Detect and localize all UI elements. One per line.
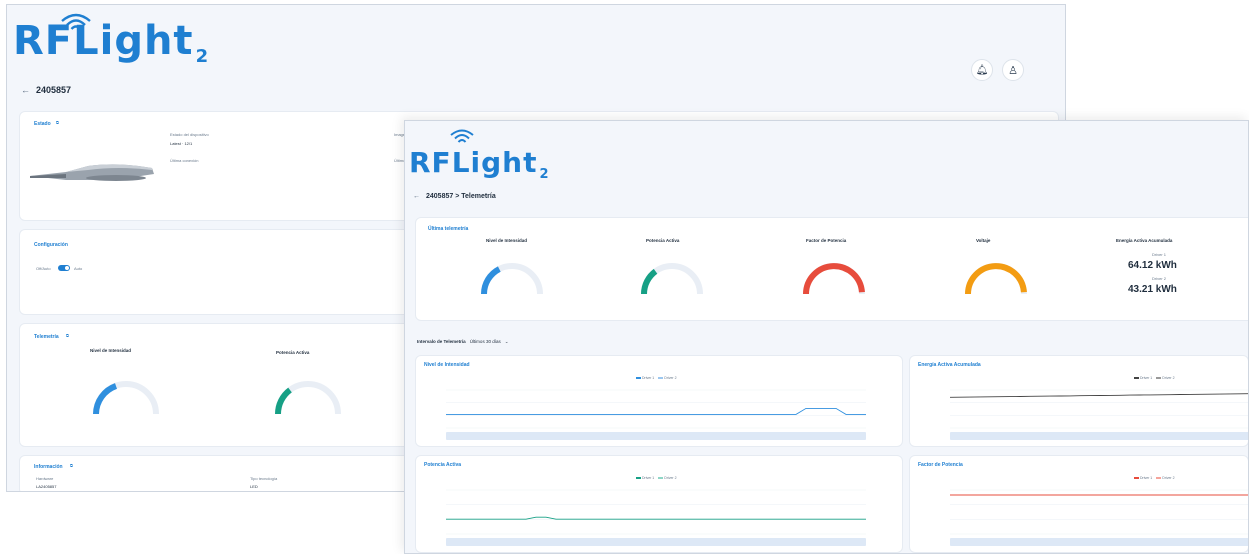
- line-chart: [446, 389, 866, 440]
- gauge-title: Nivel de Intensidad: [90, 348, 132, 353]
- chart-card-power: Potencia Activa Driver 1 Driver 2: [415, 455, 903, 553]
- driver2-energy-value: 43.21 kWh: [1128, 284, 1177, 295]
- chart-title: Energía Activa Acumulada: [918, 362, 981, 368]
- info-label: Hardware: [36, 476, 54, 481]
- gauge-title: Nivel de Intensidad: [486, 238, 528, 243]
- gauge-fill: [965, 263, 1027, 295]
- gauge-title: Potencia Activa: [646, 238, 680, 243]
- chart-title: Nivel de Intensidad: [424, 362, 470, 368]
- gauge-intensity: [481, 263, 543, 295]
- gauge-title: Voltaje: [976, 238, 991, 243]
- interval-label: Intervalo de Telemetría: [417, 339, 466, 344]
- user-icon: ♙: [1008, 64, 1018, 77]
- line-chart: [446, 489, 866, 546]
- series-line: [446, 516, 866, 520]
- chart-card-power-factor: Factor de Potencia Driver 1 Driver 2: [909, 455, 1248, 553]
- range-slider: [446, 432, 866, 440]
- chart-legend: Driver 1 Driver 2: [1134, 476, 1175, 480]
- series-line: [446, 407, 866, 415]
- user-button[interactable]: ♙: [1002, 59, 1024, 81]
- interval-value[interactable]: Últimos 30 días: [470, 339, 501, 345]
- streetlight-image: [30, 164, 154, 181]
- legend-item[interactable]: Driver 1: [1134, 376, 1152, 380]
- telemetry-window: RFLight 2 ← 2405857 > Telemetría Última …: [404, 120, 1249, 554]
- gauge-intensity: [93, 381, 159, 415]
- gauge-fill: [641, 268, 658, 295]
- range-slider: [950, 432, 1248, 440]
- gauge-fill: [481, 266, 501, 295]
- breadcrumb: ← 2405857 > Telemetría: [413, 193, 496, 200]
- range-slider: [950, 538, 1248, 546]
- copy-icon[interactable]: ⧉: [70, 463, 73, 468]
- range-slider: [446, 538, 866, 546]
- chart-legend: Driver 1 Driver 2: [1134, 376, 1175, 380]
- brand-name: RFLight: [13, 18, 194, 64]
- brand-sub: 2: [539, 167, 549, 182]
- gauge-fill: [803, 263, 865, 295]
- legend-item[interactable]: Driver 1: [636, 376, 654, 380]
- info-value: LA2405857: [36, 484, 57, 489]
- estado-title: Estado: [34, 121, 51, 127]
- info-label: Tipo tecnología: [250, 476, 278, 481]
- last-telemetry-card: Última telemetría Nivel de Intensidad Po…: [415, 217, 1248, 321]
- brand-logo: RFLight 2: [409, 146, 549, 183]
- chart-card-intensity: Nivel de Intensidad Driver 1 Driver 2: [415, 355, 903, 447]
- brand-sub: 2: [195, 46, 209, 67]
- gauge-active-power: [641, 263, 703, 295]
- copy-icon[interactable]: ⧉: [66, 333, 69, 338]
- estado-field-value: Latest · 12/1: [170, 141, 193, 146]
- chart-card-energy: Energía Activa Acumulada Driver 1 Driver…: [909, 355, 1248, 447]
- legend-item[interactable]: Driver 2: [1156, 376, 1175, 380]
- breadcrumb: ← 2405857: [21, 85, 71, 95]
- gauge-title: Factor de Potencia: [806, 238, 847, 243]
- interval-selector[interactable]: Intervalo de Telemetría Últimos 30 días …: [417, 339, 508, 345]
- line-chart: [950, 489, 1248, 546]
- copy-icon[interactable]: ⧉: [56, 120, 59, 125]
- chart-title: Potencia Activa: [424, 462, 462, 468]
- config-mode-left: Off/Auto: [36, 266, 51, 271]
- energy-title: Energía Activa Acumulada: [1116, 238, 1173, 243]
- brand-logo: RFLight 2: [13, 18, 208, 67]
- series-line: [950, 393, 1248, 398]
- gauge-title: Potencia Activa: [276, 350, 310, 355]
- bell-icon: 🔔︎: [975, 64, 989, 76]
- chart-title: Factor de Potencia: [918, 462, 963, 468]
- estado-field-label: Estado del dispositivo: [170, 132, 209, 137]
- legend-item[interactable]: Driver 2: [658, 476, 677, 480]
- telemetria-title: Telemetría: [34, 334, 59, 340]
- legend-item[interactable]: Driver 1: [636, 476, 654, 480]
- config-mode-right: Auto: [74, 266, 83, 271]
- chart-legend: Driver 1 Driver 2: [636, 476, 677, 480]
- notifications-button[interactable]: 🔔︎: [971, 59, 993, 81]
- configuracion-title: Configuración: [34, 242, 68, 248]
- legend-item[interactable]: Driver 2: [1156, 476, 1175, 480]
- chart-legend: Driver 1 Driver 2: [636, 376, 677, 380]
- driver2-label: Driver 2: [1152, 276, 1167, 281]
- wifi-icon: [61, 13, 91, 30]
- gauge-power: [275, 381, 341, 415]
- driver1-label: Driver 1: [1152, 252, 1167, 257]
- gauge-power-factor: [803, 263, 865, 295]
- breadcrumb-device: 2405857: [36, 85, 72, 95]
- legend-item[interactable]: Driver 1: [1134, 476, 1152, 480]
- mode-toggle[interactable]: [58, 265, 70, 271]
- wifi-icon: [450, 129, 474, 143]
- line-chart: [950, 389, 1248, 440]
- legend-item[interactable]: Driver 2: [658, 376, 677, 380]
- breadcrumb-path: 2405857 > Telemetría: [426, 193, 496, 200]
- chevron-down-icon: ⌄: [504, 339, 509, 344]
- back-arrow-icon[interactable]: ←: [413, 193, 420, 200]
- last-connection-label: Última conexión: [170, 158, 199, 163]
- info-value: LED: [250, 484, 258, 489]
- driver1-energy-value: 64.12 kWh: [1128, 260, 1177, 271]
- gauge-voltage: [965, 263, 1027, 295]
- brand-name: RFLight: [409, 146, 538, 179]
- informacion-title: Información: [34, 464, 63, 470]
- back-arrow-icon[interactable]: ←: [21, 85, 30, 95]
- last-telemetry-title: Última telemetría: [428, 226, 469, 232]
